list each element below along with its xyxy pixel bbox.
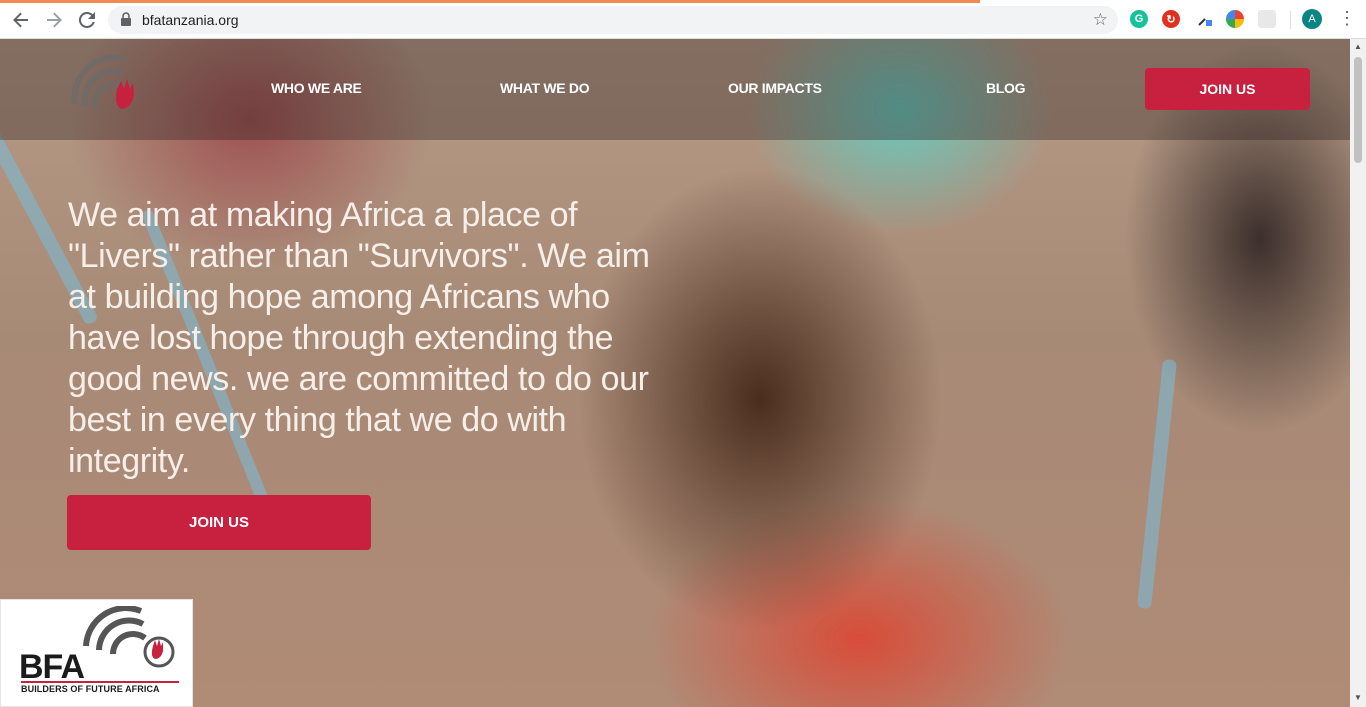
more-vert-icon[interactable]: ⋮ [1338,8,1356,29]
back-icon[interactable] [9,8,33,32]
extension-gray-icon[interactable] [1258,10,1276,28]
reload-icon[interactable] [75,8,99,32]
eyedropper-icon[interactable] [1196,10,1214,28]
extension-chrome-icon[interactable] [1226,10,1244,28]
join-us-hero-button[interactable]: JOIN US [67,495,371,550]
browser-toolbar: bfatanzania.org ☆ G ↻ A ⋮ [0,0,1366,39]
bfa-badge-logo[interactable]: BFA BUILDERS OF FUTURE AFRICA [0,599,193,707]
grammarly-icon[interactable]: G [1130,10,1148,28]
scroll-down-arrow-icon[interactable]: ▼ [1353,693,1363,703]
hero-mission-text: We aim at making Africa a place of "Live… [68,196,650,480]
nav-blog[interactable]: BLOG [986,80,1026,96]
page-load-bar [0,0,980,3]
bfa-badge-divider [21,681,179,683]
page-scrollbar[interactable]: ▲ ▼ [1350,39,1366,707]
nav-what-we-do[interactable]: WHAT WE DO [500,80,590,96]
toolbar-separator [1290,11,1291,29]
scroll-up-arrow-icon[interactable]: ▲ [1353,42,1363,52]
lock-icon[interactable] [120,12,132,26]
nav-who-we-are[interactable]: WHO WE ARE [271,80,362,96]
bfa-badge-full: BUILDERS OF FUTURE AFRICA [21,684,160,694]
hero-section: WHO WE ARE WHAT WE DO OUR IMPACTS BLOG J… [0,39,1350,707]
forward-icon[interactable] [42,8,66,32]
background-photo-detail [1136,358,1178,610]
bfa-badge-mark-icon [83,606,175,668]
profile-avatar[interactable]: A [1302,9,1322,29]
extension-red-icon[interactable]: ↻ [1162,10,1180,28]
join-us-header-button[interactable]: JOIN US [1145,68,1310,110]
address-bar[interactable]: bfatanzania.org ☆ [108,6,1118,34]
url-text[interactable]: bfatanzania.org [142,12,239,28]
scroll-thumb[interactable] [1354,57,1362,163]
nav-our-impacts[interactable]: OUR IMPACTS [728,80,822,96]
bfa-logo-icon[interactable] [55,44,155,134]
star-icon[interactable]: ☆ [1093,10,1108,30]
